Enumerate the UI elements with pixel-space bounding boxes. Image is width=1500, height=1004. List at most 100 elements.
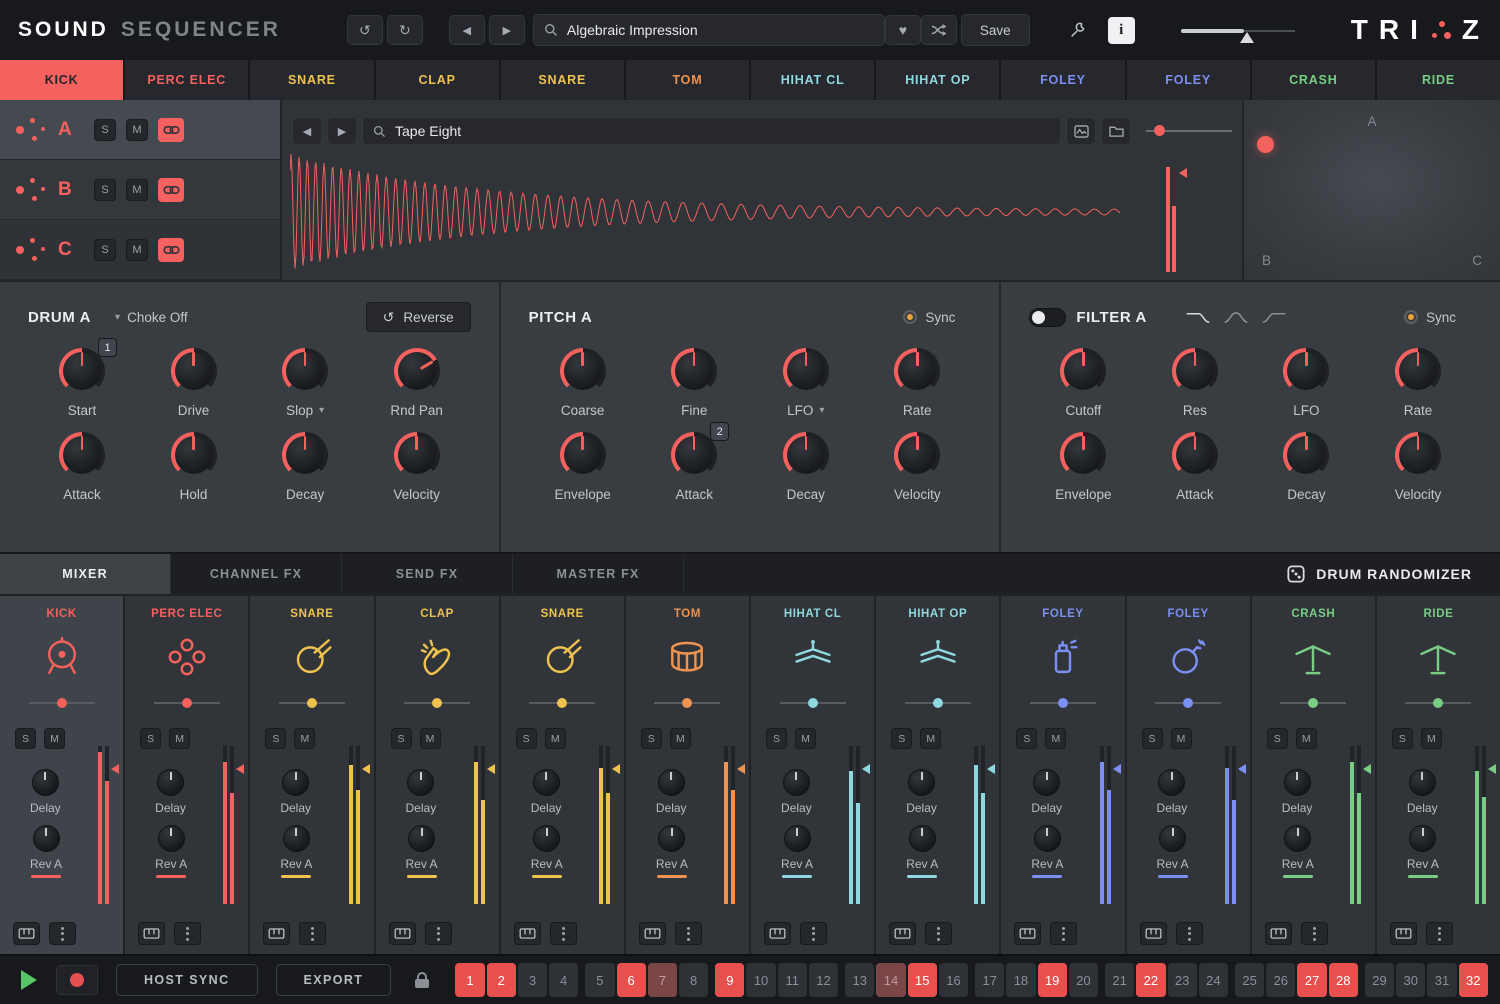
preset-next-button[interactable]: ▶ bbox=[489, 15, 525, 45]
knob-control-rnd-pan[interactable] bbox=[394, 348, 440, 394]
delay-send-knob-control[interactable] bbox=[533, 769, 560, 796]
knob-control-attack[interactable] bbox=[1172, 432, 1218, 478]
step-30[interactable]: 30 bbox=[1396, 963, 1425, 997]
strip-mute-button[interactable]: M bbox=[169, 728, 190, 749]
mixer-strip-perc-elec[interactable]: PERC ELECSMDelayRev A bbox=[125, 596, 248, 954]
strip-mute-button[interactable]: M bbox=[1171, 728, 1192, 749]
step-2[interactable]: 2 bbox=[487, 963, 516, 997]
random-preset-button[interactable] bbox=[921, 15, 957, 45]
strip-mute-button[interactable]: M bbox=[795, 728, 816, 749]
step-29[interactable]: 29 bbox=[1365, 963, 1394, 997]
pan-slider[interactable] bbox=[279, 696, 345, 710]
keyboard-button[interactable] bbox=[889, 922, 916, 945]
keyboard-button[interactable] bbox=[639, 922, 666, 945]
step-18[interactable]: 18 bbox=[1006, 963, 1035, 997]
pan-slider[interactable] bbox=[1030, 696, 1096, 710]
reverb-send-knob-control[interactable] bbox=[408, 825, 435, 852]
options-kebab-button[interactable] bbox=[425, 922, 452, 945]
knob-control-envelope[interactable] bbox=[1060, 432, 1106, 478]
mixer-strip-clap[interactable]: CLAPSMDelayRev A bbox=[376, 596, 499, 954]
reverb-send-knob-control[interactable] bbox=[784, 825, 811, 852]
strip-solo-button[interactable]: S bbox=[1267, 728, 1288, 749]
step-1[interactable]: 1 bbox=[455, 963, 484, 997]
pan-slider[interactable] bbox=[154, 696, 220, 710]
delay-send-knob-control[interactable] bbox=[1284, 769, 1311, 796]
mixer-strip-foley[interactable]: FOLEYSMDelayRev A bbox=[1001, 596, 1124, 954]
strip-solo-button[interactable]: S bbox=[1016, 728, 1037, 749]
step-13[interactable]: 13 bbox=[845, 963, 874, 997]
pan-slider[interactable] bbox=[654, 696, 720, 710]
step-5[interactable]: 5 bbox=[585, 963, 614, 997]
strip-mute-button[interactable]: M bbox=[1421, 728, 1442, 749]
layer-solo-button[interactable]: S bbox=[94, 179, 116, 201]
delay-send-knob-control[interactable] bbox=[157, 769, 184, 796]
sample-search-input[interactable] bbox=[395, 123, 1050, 139]
reverse-button[interactable]: ↺Reverse bbox=[366, 302, 471, 332]
step-11[interactable]: 11 bbox=[778, 963, 807, 997]
keyboard-button[interactable] bbox=[764, 922, 791, 945]
options-kebab-button[interactable] bbox=[174, 922, 201, 945]
reverb-send-knob-control[interactable] bbox=[1284, 825, 1311, 852]
reverb-send-knob-control[interactable] bbox=[909, 825, 936, 852]
step-19[interactable]: 19 bbox=[1038, 963, 1067, 997]
play-button[interactable] bbox=[12, 964, 46, 996]
options-kebab-button[interactable] bbox=[550, 922, 577, 945]
step-22[interactable]: 22 bbox=[1136, 963, 1165, 997]
step-9[interactable]: 9 bbox=[715, 963, 744, 997]
layer-mute-button[interactable]: M bbox=[126, 179, 148, 201]
redo-button[interactable]: ↻ bbox=[387, 15, 423, 45]
step-28[interactable]: 28 bbox=[1329, 963, 1358, 997]
strip-mute-button[interactable]: M bbox=[420, 728, 441, 749]
strip-solo-button[interactable]: S bbox=[140, 728, 161, 749]
delay-send-knob-control[interactable] bbox=[407, 769, 434, 796]
sample-next-button[interactable]: ▶ bbox=[327, 117, 357, 145]
delay-send-knob-control[interactable] bbox=[908, 769, 935, 796]
step-32[interactable]: 32 bbox=[1459, 963, 1488, 997]
layer-solo-button[interactable]: S bbox=[94, 239, 116, 261]
strip-mute-button[interactable]: M bbox=[1045, 728, 1066, 749]
waveform-display[interactable] bbox=[290, 152, 1130, 272]
mixer-strip-kick[interactable]: KICKSMDelayRev A bbox=[0, 596, 123, 954]
browse-folder-button[interactable] bbox=[1101, 117, 1131, 145]
knob-control-velocity[interactable] bbox=[1395, 432, 1441, 478]
knob-control-velocity[interactable] bbox=[394, 432, 440, 478]
options-kebab-button[interactable] bbox=[925, 922, 952, 945]
strip-solo-button[interactable]: S bbox=[15, 728, 36, 749]
pan-slider[interactable] bbox=[1280, 696, 1346, 710]
pan-slider[interactable] bbox=[1405, 696, 1471, 710]
keyboard-button[interactable] bbox=[1390, 922, 1417, 945]
layer-row-a[interactable]: ASM bbox=[0, 100, 280, 160]
pan-slider[interactable] bbox=[1155, 696, 1221, 710]
reverb-send-knob-control[interactable] bbox=[283, 825, 310, 852]
keyboard-button[interactable] bbox=[389, 922, 416, 945]
mixer-strip-tom[interactable]: TOMSMDelayRev A bbox=[626, 596, 749, 954]
strip-mute-button[interactable]: M bbox=[1296, 728, 1317, 749]
knob-control-decay[interactable] bbox=[1283, 432, 1329, 478]
options-kebab-button[interactable] bbox=[49, 922, 76, 945]
reverb-send-knob-control[interactable] bbox=[1034, 825, 1061, 852]
drum-pad-foley[interactable]: FOLEY bbox=[1127, 60, 1250, 100]
step-25[interactable]: 25 bbox=[1235, 963, 1264, 997]
layer-link-button[interactable] bbox=[158, 118, 184, 142]
preset-search[interactable] bbox=[533, 14, 885, 46]
delay-send-knob-control[interactable] bbox=[1033, 769, 1060, 796]
strip-mute-button[interactable]: M bbox=[294, 728, 315, 749]
reverb-send-knob-control[interactable] bbox=[658, 825, 685, 852]
knob-control-start[interactable] bbox=[59, 348, 105, 394]
knob-control-envelope[interactable] bbox=[560, 432, 606, 478]
layer-link-button[interactable] bbox=[158, 178, 184, 202]
pan-slider[interactable] bbox=[29, 696, 95, 710]
layer-mute-button[interactable]: M bbox=[126, 239, 148, 261]
step-10[interactable]: 10 bbox=[746, 963, 775, 997]
reverb-send-knob-control[interactable] bbox=[1159, 825, 1186, 852]
reverb-send-knob-control[interactable] bbox=[158, 825, 185, 852]
knob-control-hold[interactable] bbox=[171, 432, 217, 478]
knob-control-coarse[interactable] bbox=[560, 348, 606, 394]
keyboard-button[interactable] bbox=[514, 922, 541, 945]
mixer-strip-snare[interactable]: SNARESMDelayRev A bbox=[250, 596, 373, 954]
step-27[interactable]: 27 bbox=[1297, 963, 1326, 997]
host-sync-button[interactable]: HOST SYNC bbox=[116, 964, 258, 996]
step-20[interactable]: 20 bbox=[1069, 963, 1098, 997]
knob-control-decay[interactable] bbox=[783, 432, 829, 478]
tab-send-fx[interactable]: SEND FX bbox=[342, 554, 513, 594]
